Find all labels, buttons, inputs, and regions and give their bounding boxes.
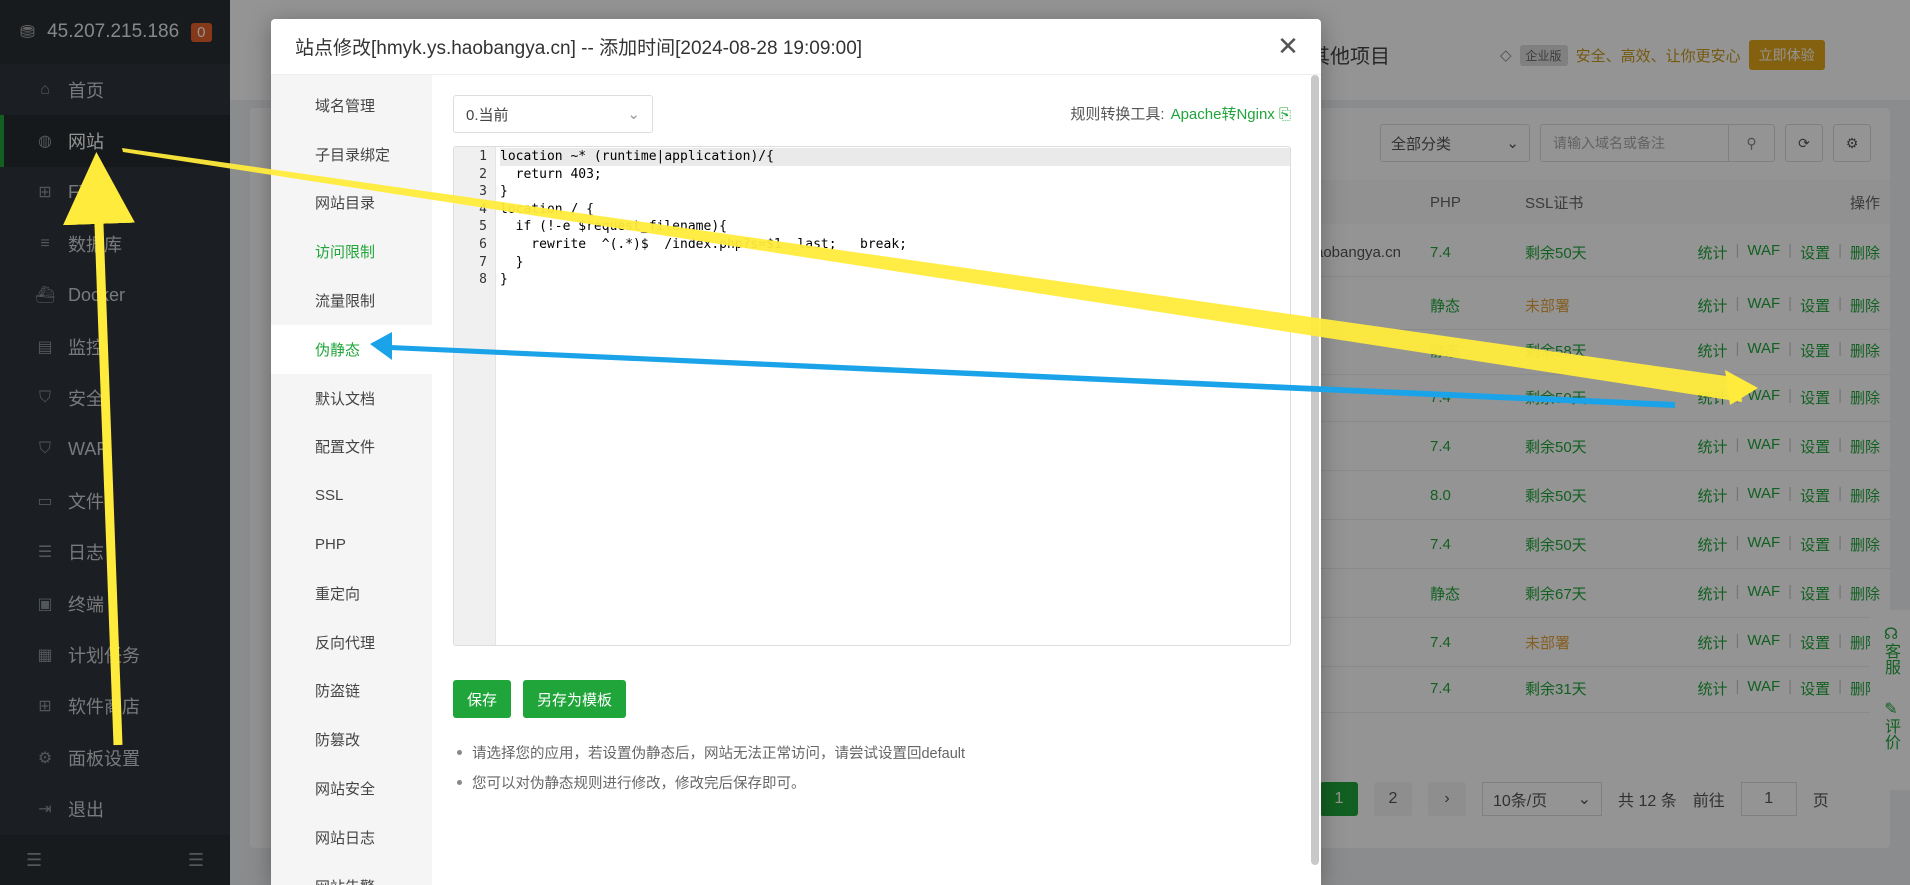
rule-convert-label: 规则转换工具: <box>1070 106 1165 123</box>
modal-title: 站点修改[hmyk.ys.haobangya.cn] -- 添加时间[2024-… <box>271 19 1321 75</box>
modal-menu-item[interactable]: 重定向 <box>271 569 432 618</box>
code-line[interactable]: rewrite ^(.*)$ /index.php?s=$1 last; bre… <box>500 236 1290 254</box>
modal-menu-item[interactable]: 网站日志 <box>271 813 432 862</box>
modal-menu-item[interactable]: 网站告警 <box>271 862 432 885</box>
line-numbers: 12345678 <box>454 147 496 645</box>
code-line[interactable]: location ~* (runtime|application)/{ <box>500 148 1290 166</box>
chevron-down-icon: ⌄ <box>627 106 640 123</box>
rewrite-panel: 0.当前 ⌄ 规则转换工具: Apache转Nginx ⎘ 12345678 lo… <box>453 75 1291 885</box>
save-button[interactable]: 保存 <box>453 680 512 718</box>
modal-menu-item[interactable]: 网站目录 <box>271 179 432 228</box>
modal-menu-item[interactable]: 网站安全 <box>271 764 432 813</box>
modal-menu-item[interactable]: 反向代理 <box>271 618 432 667</box>
save-as-template-button[interactable]: 另存为模板 <box>523 680 627 718</box>
code-line[interactable]: location / { <box>500 201 1290 219</box>
line-number: 7 <box>479 254 487 270</box>
modal-menu-item[interactable]: 访问限制 <box>271 227 432 276</box>
line-number: 1 <box>479 149 487 164</box>
modal-scrollbar[interactable] <box>1311 75 1319 865</box>
code-line[interactable]: if (!-e $request_filename){ <box>500 218 1290 236</box>
site-edit-modal: 站点修改[hmyk.ys.haobangya.cn] -- 添加时间[2024-… <box>271 19 1321 885</box>
code-line[interactable]: } <box>500 254 1290 272</box>
rewrite-template-value: 0.当前 <box>466 106 509 124</box>
link-icon: ⎘ <box>1278 106 1291 123</box>
line-number: 4 <box>479 201 487 217</box>
modal-menu-item[interactable]: 伪静态 <box>271 324 432 374</box>
line-number: 8 <box>479 272 487 288</box>
modal-menu-item[interactable]: 域名管理 <box>271 81 432 130</box>
apache-to-nginx-link[interactable]: Apache转Nginx ⎘ <box>1171 103 1291 124</box>
tip-item: 请选择您的应用，若设置伪静态后，网站无法正常访问，请尝试设置回default <box>457 737 965 767</box>
tip-item: 您可以对伪静态规则进行修改，修改完后保存即可。 <box>457 767 965 797</box>
editor-actions: 保存 另存为模板 <box>453 680 627 718</box>
modal-menu-item[interactable]: 防篡改 <box>271 715 432 764</box>
modal-menu-item[interactable]: 默认文档 <box>271 374 432 423</box>
modal-menu-item[interactable]: 配置文件 <box>271 423 432 472</box>
apache-to-nginx-text: Apache转Nginx <box>1170 106 1275 123</box>
line-number: 3 <box>479 184 487 200</box>
code-editor[interactable]: 12345678 location ~* (runtime|applicatio… <box>453 146 1291 646</box>
rewrite-template-select[interactable]: 0.当前 ⌄ <box>453 95 653 133</box>
modal-menu: 域名管理 子目录绑定 网站目录 访问限制 流量限制 伪静态 默认文档 配置文件 SSL PHP 重定… <box>271 75 432 885</box>
code-line[interactable]: return 403; <box>500 166 1290 184</box>
modal-menu-item[interactable]: 子目录绑定 <box>271 130 432 179</box>
modal-menu-item[interactable]: SSL <box>271 471 432 520</box>
modal-menu-item[interactable]: PHP <box>271 520 432 569</box>
line-number: 6 <box>479 236 487 252</box>
tips-list: 请选择您的应用，若设置伪静态后，网站无法正常访问，请尝试设置回default 您可… <box>457 737 965 797</box>
rule-convert-tool: 规则转换工具: Apache转Nginx ⎘ <box>1070 103 1291 124</box>
modal-menu-item[interactable]: 防盗链 <box>271 667 432 716</box>
close-icon[interactable]: ✕ <box>1273 31 1303 61</box>
code-line[interactable]: } <box>500 271 1290 289</box>
line-number: 2 <box>479 166 487 182</box>
modal-menu-item[interactable]: 流量限制 <box>271 276 432 325</box>
code-content[interactable]: location ~* (runtime|application)/{ retu… <box>500 148 1290 289</box>
code-line[interactable]: } <box>500 183 1290 201</box>
line-number: 5 <box>479 219 487 235</box>
